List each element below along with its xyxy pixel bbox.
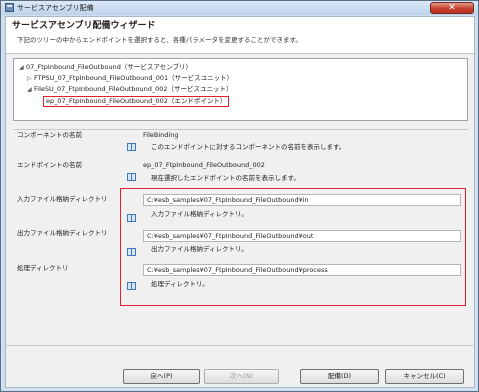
component-name-label: コンポーネントの名前	[17, 131, 82, 139]
endpoint-name-label: エンドポイントの名前	[17, 161, 82, 169]
expand-arrow-icon[interactable]: ◢	[19, 63, 26, 72]
expand-arrow-icon[interactable]: ◢	[27, 85, 34, 94]
tree-node-label: 07_FtpInbound_FileOutbound（サービスアセンブリ）	[26, 63, 192, 71]
window-icon	[5, 3, 14, 12]
endpoint-name-value: ep_07_FtpInbound_FileOutbound_002	[143, 161, 265, 169]
next-button[interactable]: 次へ(N)	[204, 369, 279, 384]
tree-node-endpoint-selected[interactable]: ep_07_FtpInbound_FileOutbound_002（エンドポイン…	[43, 96, 230, 107]
title-bar[interactable]: サービスアセンブリ配備 ✕	[1, 1, 478, 15]
input-dir-label: 入力ファイル格納ディレクトリ	[17, 195, 108, 203]
page-description: 下記のツリーの中からエンドポイントを選択すると、各種パラメータを変更することがで…	[17, 36, 302, 44]
wizard-header: サービスアセンブリ配備ウィザード 下記のツリーの中からエンドポイントを選択すると…	[6, 17, 474, 54]
wizard-body: サービスアセンブリ配備ウィザード 下記のツリーの中からエンドポイントを選択すると…	[5, 16, 475, 388]
component-name-value: FileBinding	[143, 131, 179, 139]
input-dir-field[interactable]: C:¥esb_samples¥07_FtpInbound_FileOutboun…	[143, 194, 461, 206]
process-dir-help: 処理ディレクトリ。	[151, 280, 209, 288]
close-button[interactable]: ✕	[430, 2, 474, 14]
process-dir-field[interactable]: C:¥esb_samples¥07_FtpInbound_FileOutboun…	[143, 264, 461, 276]
deploy-button[interactable]: 配備(D)	[300, 369, 379, 384]
component-name-help: このエンドポイントに対するコンポーネントの名前を表示します。	[151, 143, 346, 151]
input-dir-help: 入力ファイル格納ディレクトリ。	[151, 210, 248, 218]
help-book-icon	[127, 173, 136, 181]
help-book-icon	[127, 214, 136, 222]
tree-node-label: FileSU_07_FtpInbound_FileOutbound_002（サー…	[34, 85, 233, 93]
process-dir-label: 処理ディレクトリ	[17, 264, 69, 272]
divider	[13, 129, 468, 130]
endpoint-tree[interactable]: ◢ 07_FtpInbound_FileOutbound（サービスアセンブリ） ▷…	[13, 58, 468, 121]
help-book-icon	[127, 248, 136, 256]
back-button[interactable]: 戻へ(P)	[123, 369, 200, 384]
output-dir-field[interactable]: C:¥esb_samples¥07_FtpInbound_FileOutboun…	[143, 230, 461, 242]
page-title: サービスアセンブリ配備ウィザード	[12, 21, 156, 31]
window-title: サービスアセンブリ配備	[17, 4, 94, 12]
endpoint-name-help: 現在選択したエンドポイントの名前を表示します。	[151, 174, 300, 182]
output-dir-label: 出力ファイル格納ディレクトリ	[17, 229, 108, 237]
footer-divider	[6, 345, 474, 346]
help-book-icon	[127, 143, 136, 151]
tree-node-label: FTPSU_07_FtpInbound_FileOutbound_001（サービ…	[34, 74, 234, 82]
tree-node-assembly[interactable]: ◢ 07_FtpInbound_FileOutbound（サービスアセンブリ）	[19, 63, 192, 72]
close-icon: ✕	[448, 3, 456, 13]
output-dir-help: 出力ファイル格納ディレクトリ。	[151, 245, 248, 253]
tree-node-file-unit[interactable]: ◢ FileSU_07_FtpInbound_FileOutbound_002（サ…	[27, 85, 233, 94]
cancel-button[interactable]: キャンセル(C)	[385, 369, 464, 384]
collapse-arrow-icon[interactable]: ▷	[27, 74, 34, 83]
tree-node-label: ep_07_FtpInbound_FileOutbound_002（エンドポイン…	[46, 97, 227, 105]
tree-node-ftp-unit[interactable]: ▷ FTPSU_07_FtpInbound_FileOutbound_001（サー…	[27, 74, 233, 83]
help-book-icon	[127, 282, 136, 290]
dialog-window: サービスアセンブリ配備 ✕ サービスアセンブリ配備ウィザード 下記のツリーの中か…	[0, 0, 479, 392]
